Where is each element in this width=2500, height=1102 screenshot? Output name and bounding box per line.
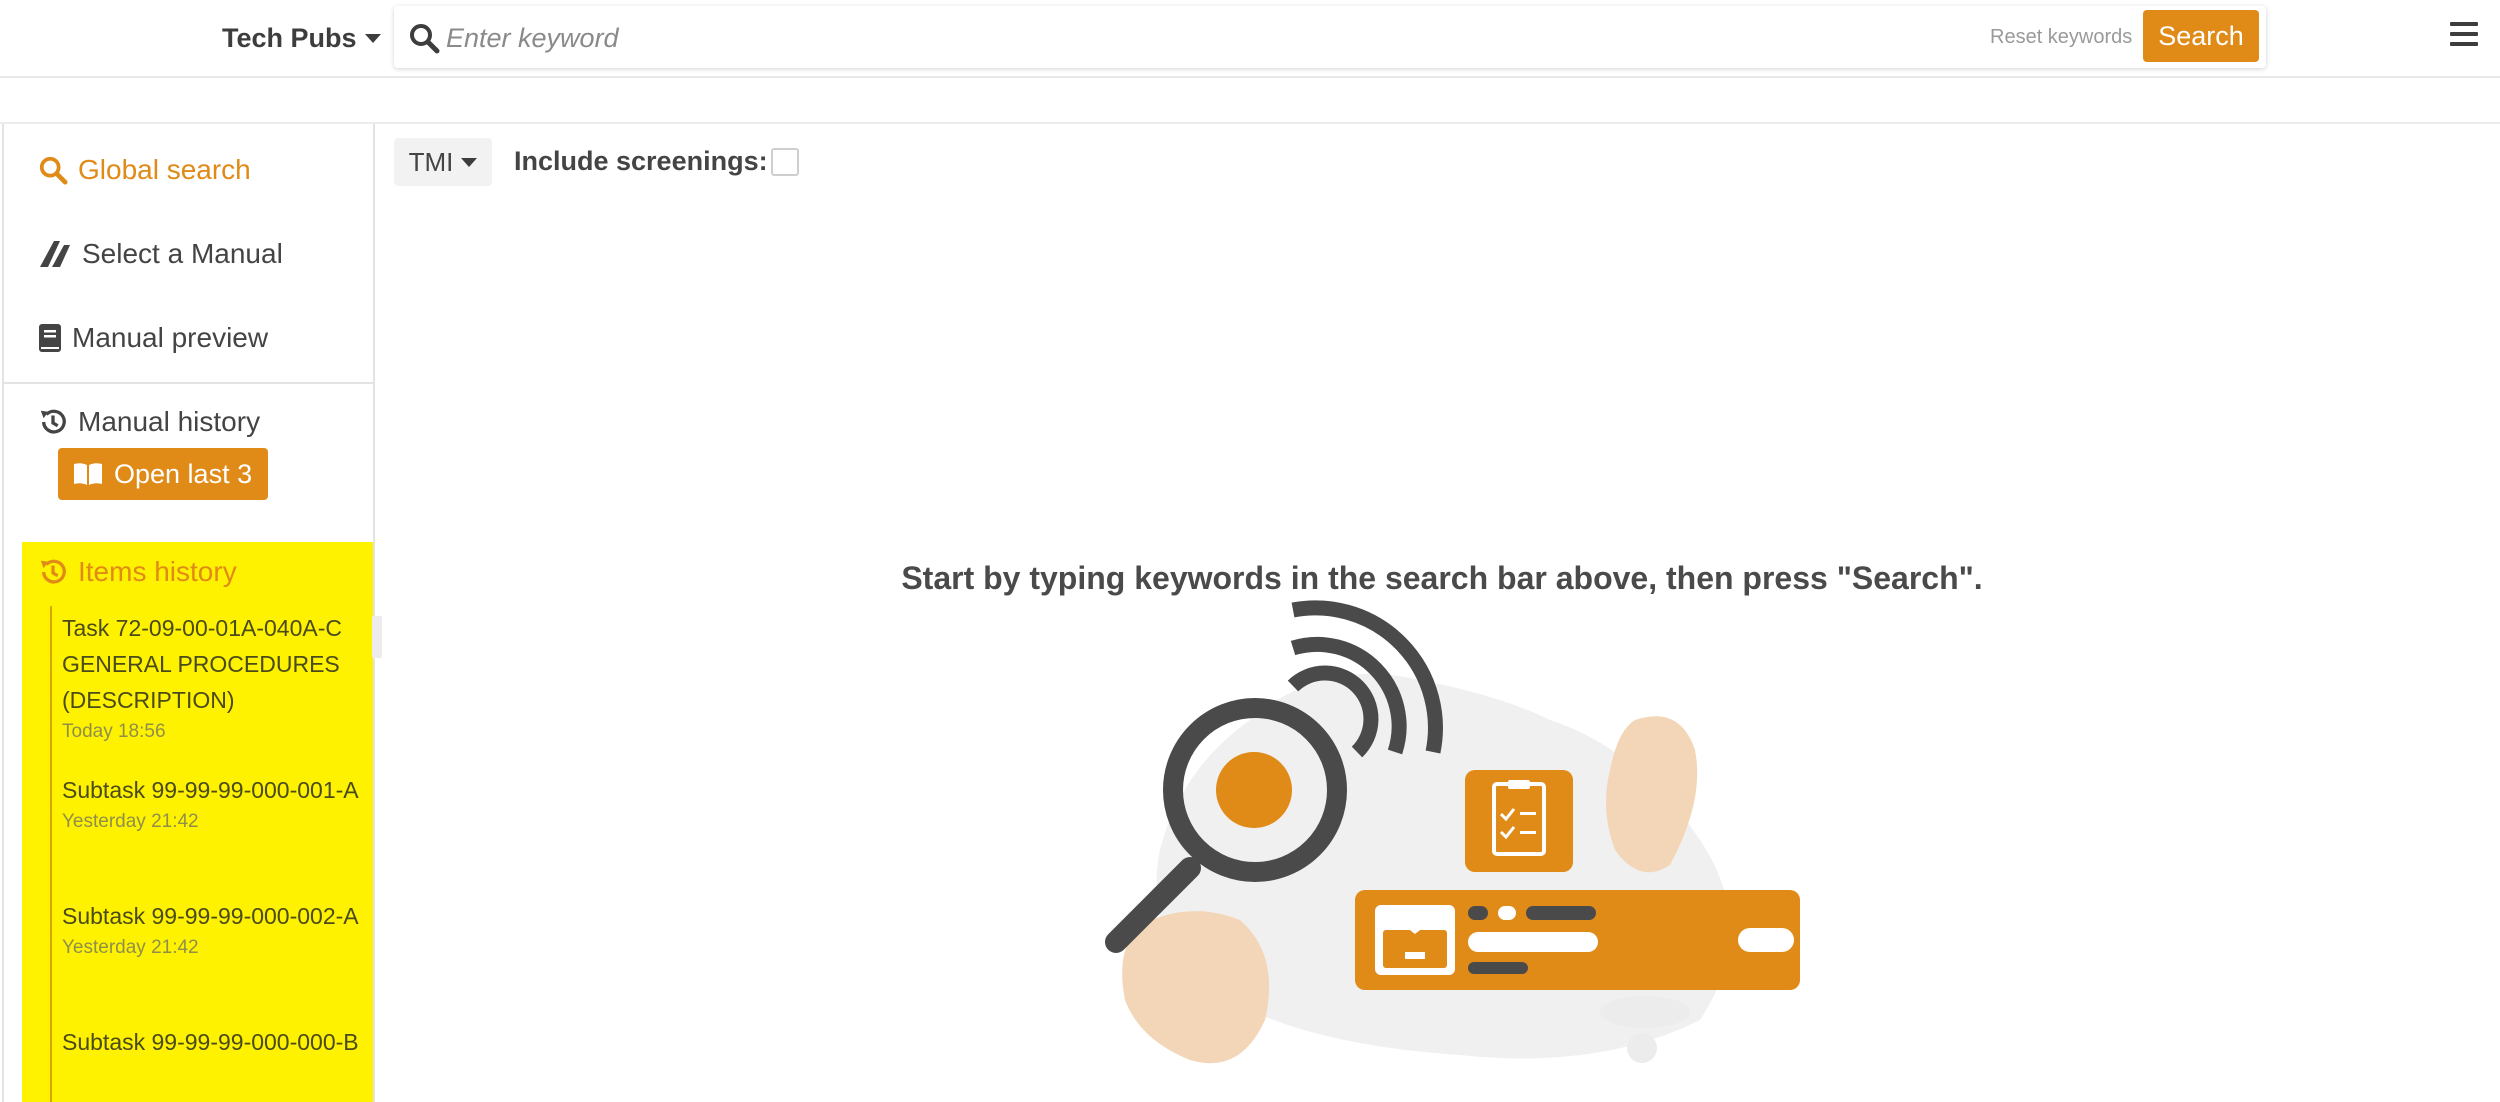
reset-keywords-link[interactable]: Reset keywords (1990, 26, 2132, 49)
item-title: Subtask 99-99-99-000-002-A (62, 903, 359, 929)
menu-icon[interactable] (2450, 22, 2478, 48)
item-title: Subtask 99-99-99-000-000-B (62, 1029, 359, 1055)
items-history-label: Items history (78, 556, 237, 587)
caret-down-icon (364, 33, 381, 43)
manual-type-dropdown[interactable]: TMI (394, 138, 492, 186)
search-bar: Reset keywords Search (394, 6, 2266, 68)
top-bar: Tech Pubs Reset keywords Search (0, 0, 2500, 78)
nav-label: Global search (78, 154, 251, 185)
plane-icon (40, 241, 70, 267)
manual-history-header[interactable]: Manual history (38, 406, 260, 438)
list-item[interactable]: Subtask 99-99-99-000-001-A Yesterday 21:… (62, 772, 362, 836)
app-switcher[interactable]: Tech Pubs (222, 18, 381, 58)
open-last-button[interactable]: Open last 3 (58, 448, 269, 500)
nav-select-manual[interactable]: Select a Manual (38, 238, 283, 270)
item-time: Yesterday 21:42 (62, 937, 199, 958)
include-screenings-checkbox[interactable] (771, 148, 799, 176)
book-icon (39, 324, 61, 352)
items-history-header[interactable]: Items history (38, 556, 237, 588)
sidebar-divider (4, 382, 373, 384)
item-time: Yesterday 21:42 (62, 811, 199, 832)
list-item[interactable]: Task 72-09-00-01A-040A-C GENERAL PROCEDU… (62, 610, 362, 746)
list-item[interactable]: Subtask 99-99-99-000-000-B (62, 1024, 362, 1060)
item-title: Task 72-09-00-01A-040A-C GENERAL PROCEDU… (62, 615, 342, 713)
history-icon (40, 409, 66, 434)
include-screenings-label: Include screenings: (514, 146, 768, 176)
nav-label: Manual preview (72, 322, 269, 353)
search-input[interactable] (444, 12, 1848, 64)
nav-global-search[interactable]: Global search (38, 154, 251, 186)
item-title: Subtask 99-99-99-000-001-A (62, 777, 359, 803)
search-button[interactable]: Search (2143, 10, 2259, 62)
history-icon (40, 559, 66, 584)
dropdown-value: TMI (408, 146, 454, 177)
items-history-list: Task 72-09-00-01A-040A-C GENERAL PROCEDU… (50, 606, 366, 1102)
app-name: Tech Pubs (222, 22, 357, 53)
manual-history-label: Manual history (78, 406, 261, 437)
chevron-down-icon (461, 157, 478, 167)
nav-label: Select a Manual (82, 238, 283, 269)
search-icon (39, 156, 68, 185)
list-item[interactable]: Subtask 99-99-99-000-002-A Yesterday 21:… (62, 898, 362, 962)
sidebar-resize-handle[interactable] (372, 616, 382, 658)
open-book-icon (74, 463, 102, 485)
search-icon (410, 24, 440, 54)
open-last-label: Open last 3 (114, 458, 253, 489)
empty-state-message: Start by typing keywords in the search b… (901, 560, 1983, 596)
sidebar: Global search Select a Manual Manual pre… (2, 124, 375, 1102)
items-history-panel: Items history Task 72-09-00-01A-040A-C G… (22, 542, 373, 1102)
item-time: Today 18:56 (62, 721, 166, 742)
search-illustration (1105, 600, 1800, 1064)
nav-manual-preview[interactable]: Manual preview (38, 322, 268, 354)
sub-toolbar (0, 78, 2500, 124)
